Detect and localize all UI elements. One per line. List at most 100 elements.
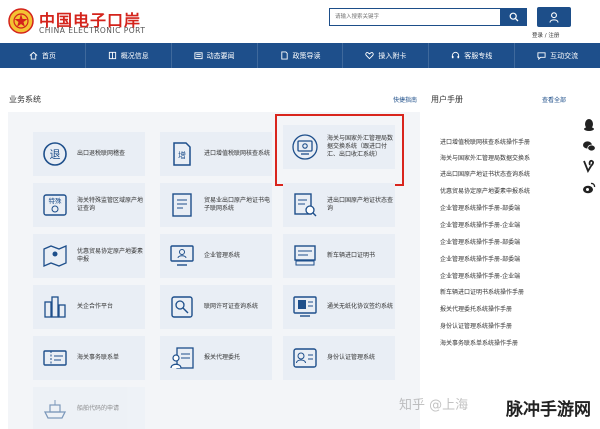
manual-item[interactable]: 进出口国原产地证书状态查询系统 bbox=[440, 169, 530, 178]
manual-item[interactable]: 进口增值税联网核查系统操作手册 bbox=[440, 137, 530, 146]
china-port-emblem-icon bbox=[8, 8, 34, 34]
tile-special-zone[interactable]: 特殊 海关特殊监管区域原产地证查询 bbox=[33, 183, 145, 227]
tile-identity-auth[interactable]: 身份认证管理系统 bbox=[283, 336, 395, 380]
tile-label: 海关特殊监管区域原产地证查询 bbox=[77, 197, 144, 212]
svg-text:特殊: 特殊 bbox=[49, 196, 63, 205]
tile-enterprise-management[interactable]: 企业管理系统 bbox=[160, 234, 272, 278]
nav-item-home[interactable]: 首页 bbox=[0, 43, 86, 68]
view-all-link[interactable]: 查看全部 bbox=[542, 95, 566, 104]
nav-item-overview[interactable]: 概况信息 bbox=[86, 43, 172, 68]
tile-paperless-agreement[interactable]: 通关无纸化协议签约系统 bbox=[283, 285, 395, 329]
quick-guide-link[interactable]: 快捷指南 bbox=[393, 95, 417, 104]
brand-watermark: 脉冲手游网 bbox=[506, 400, 591, 420]
tile-new-vehicle-import[interactable]: 新车辆进口证明书 bbox=[283, 234, 395, 278]
manual-item[interactable]: 企业管理系统操作手册-部委端 bbox=[440, 237, 520, 246]
svg-text:增: 增 bbox=[178, 150, 186, 160]
logo-english-name: CHINA ELECTRONIC PORT bbox=[39, 26, 146, 35]
qq-icon[interactable] bbox=[581, 117, 597, 133]
svg-text:退: 退 bbox=[50, 148, 61, 161]
nav-item-news[interactable]: 动态要闻 bbox=[172, 43, 258, 68]
user-icon bbox=[549, 11, 559, 23]
tile-ship-code[interactable]: 船舶代码的申请 bbox=[33, 387, 145, 429]
nav-item-service[interactable]: 客服专线 bbox=[429, 43, 516, 68]
nav-item-label: 政策导读 bbox=[292, 51, 321, 60]
nav-item-label: 概况信息 bbox=[120, 51, 149, 60]
special-icon: 特殊 bbox=[41, 191, 69, 219]
tile-label: 优惠贸易协定原产地要素申报 bbox=[77, 248, 144, 263]
weibo-icon[interactable] bbox=[581, 180, 597, 196]
manual-item[interactable]: 身份认证管理系统操作手册 bbox=[440, 321, 512, 330]
certificate-icon bbox=[168, 191, 196, 219]
tile-export-tax-refund[interactable]: 退 出口退税联网稽查 bbox=[33, 132, 145, 176]
user-account-button[interactable] bbox=[537, 7, 571, 27]
nav-item-label: 首页 bbox=[41, 51, 56, 60]
highlight-box bbox=[275, 114, 404, 186]
manual-item[interactable]: 企业管理系统操作手册-部委端 bbox=[440, 254, 520, 263]
car-icon bbox=[291, 242, 319, 270]
tile-label: 通关无纸化协议签约系统 bbox=[327, 303, 394, 310]
vine-icon[interactable] bbox=[581, 158, 597, 174]
news-icon bbox=[194, 52, 203, 60]
search-icon bbox=[509, 12, 519, 22]
chat-icon bbox=[537, 52, 546, 60]
tile-label: 报关代理委托 bbox=[204, 354, 241, 361]
manual-item[interactable]: 优惠贸易协定原产地要素申报系统 bbox=[440, 186, 530, 195]
search-input[interactable] bbox=[330, 9, 500, 25]
tile-label: 企业管理系统 bbox=[204, 252, 241, 259]
manual-item[interactable]: 企业管理系统操作手册-企业端 bbox=[440, 271, 520, 280]
main-navigation: 首页 概况信息 动态要闻 政策导读 操入附卡 客服专线 互动交流 bbox=[0, 43, 600, 68]
manual-item[interactable]: 企业管理系统操作手册-部委端 bbox=[440, 203, 520, 212]
tile-license-query[interactable]: 联网许可证查询系统 bbox=[160, 285, 272, 329]
tile-label: 贸易业出口原产地证书电子联网系统 bbox=[204, 197, 271, 212]
license-icon bbox=[168, 293, 196, 321]
wechat-icon[interactable] bbox=[581, 138, 597, 154]
tile-customs-agent[interactable]: 报关代理委托 bbox=[160, 336, 272, 380]
manual-item[interactable]: 报关代理委托系统操作手册 bbox=[440, 304, 512, 313]
nav-item-label: 操入附卡 bbox=[378, 51, 407, 60]
manual-item[interactable]: 海关事务联系单系统操作手册 bbox=[440, 338, 518, 347]
manual-item[interactable]: 海关与国家外汇管理局数据交换系 bbox=[440, 153, 530, 162]
tile-label: 新车辆进口证明书 bbox=[327, 252, 376, 259]
book-icon bbox=[108, 51, 116, 60]
tile-preferential-origin[interactable]: 优惠贸易协定原产地要素申报 bbox=[33, 234, 145, 278]
map-icon bbox=[41, 242, 69, 270]
business-systems-title: 业务系统 bbox=[9, 95, 41, 104]
nav-item-interaction[interactable]: 互动交流 bbox=[515, 43, 600, 68]
login-register-link[interactable]: 登录 / 注册 bbox=[532, 31, 559, 39]
tile-label: 出口退税联网稽查 bbox=[77, 150, 126, 157]
search-button[interactable] bbox=[501, 8, 527, 26]
tile-customs-contact[interactable]: 海关事务联系单 bbox=[33, 336, 145, 380]
paperless-icon bbox=[291, 293, 319, 321]
tile-import-vat[interactable]: 增 进口增值税联网核查系统 bbox=[160, 132, 272, 176]
ticket-icon bbox=[41, 344, 69, 372]
cooperation-icon bbox=[41, 293, 69, 321]
ship-icon bbox=[41, 395, 69, 423]
document-icon bbox=[280, 51, 288, 60]
tile-label: 身份认证管理系统 bbox=[327, 354, 376, 361]
tile-customs-cooperation[interactable]: 关企合作平台 bbox=[33, 285, 145, 329]
nav-item-label: 动态要闻 bbox=[206, 51, 235, 60]
manual-item[interactable]: 新车辆进口证明书系统操作手册 bbox=[440, 287, 524, 296]
enterprise-icon bbox=[168, 242, 196, 270]
zhihu-watermark: 知乎 @上海 bbox=[399, 398, 469, 413]
identity-icon bbox=[291, 344, 319, 372]
tile-origin-certificate[interactable]: 贸易业出口原产地证书电子联网系统 bbox=[160, 183, 272, 227]
vat-icon: 增 bbox=[168, 140, 196, 168]
nav-item-policy[interactable]: 政策导读 bbox=[258, 43, 344, 68]
tile-label: 进口增值税联网核查系统 bbox=[204, 150, 271, 157]
tile-label: 海关事务联系单 bbox=[77, 354, 120, 361]
user-manual-title: 用户手册 bbox=[431, 95, 463, 104]
nav-item-card[interactable]: 操入附卡 bbox=[343, 43, 430, 68]
tile-label: 关企合作平台 bbox=[77, 303, 114, 310]
heart-icon bbox=[365, 52, 375, 60]
nav-item-label: 客服专线 bbox=[464, 51, 493, 60]
manual-item[interactable]: 企业管理系统操作手册-企业端 bbox=[440, 220, 520, 229]
tui-icon: 退 bbox=[41, 140, 69, 168]
tile-label: 船舶代码的申请 bbox=[77, 405, 120, 412]
tile-origin-status-query[interactable]: 进出口国原产地证状态查询 bbox=[283, 183, 395, 227]
home-icon bbox=[29, 51, 38, 60]
tile-label: 联网许可证查询系统 bbox=[204, 303, 259, 310]
agent-icon bbox=[168, 344, 196, 372]
tile-label: 进出口国原产地证状态查询 bbox=[327, 197, 394, 212]
search-field[interactable] bbox=[329, 8, 501, 26]
